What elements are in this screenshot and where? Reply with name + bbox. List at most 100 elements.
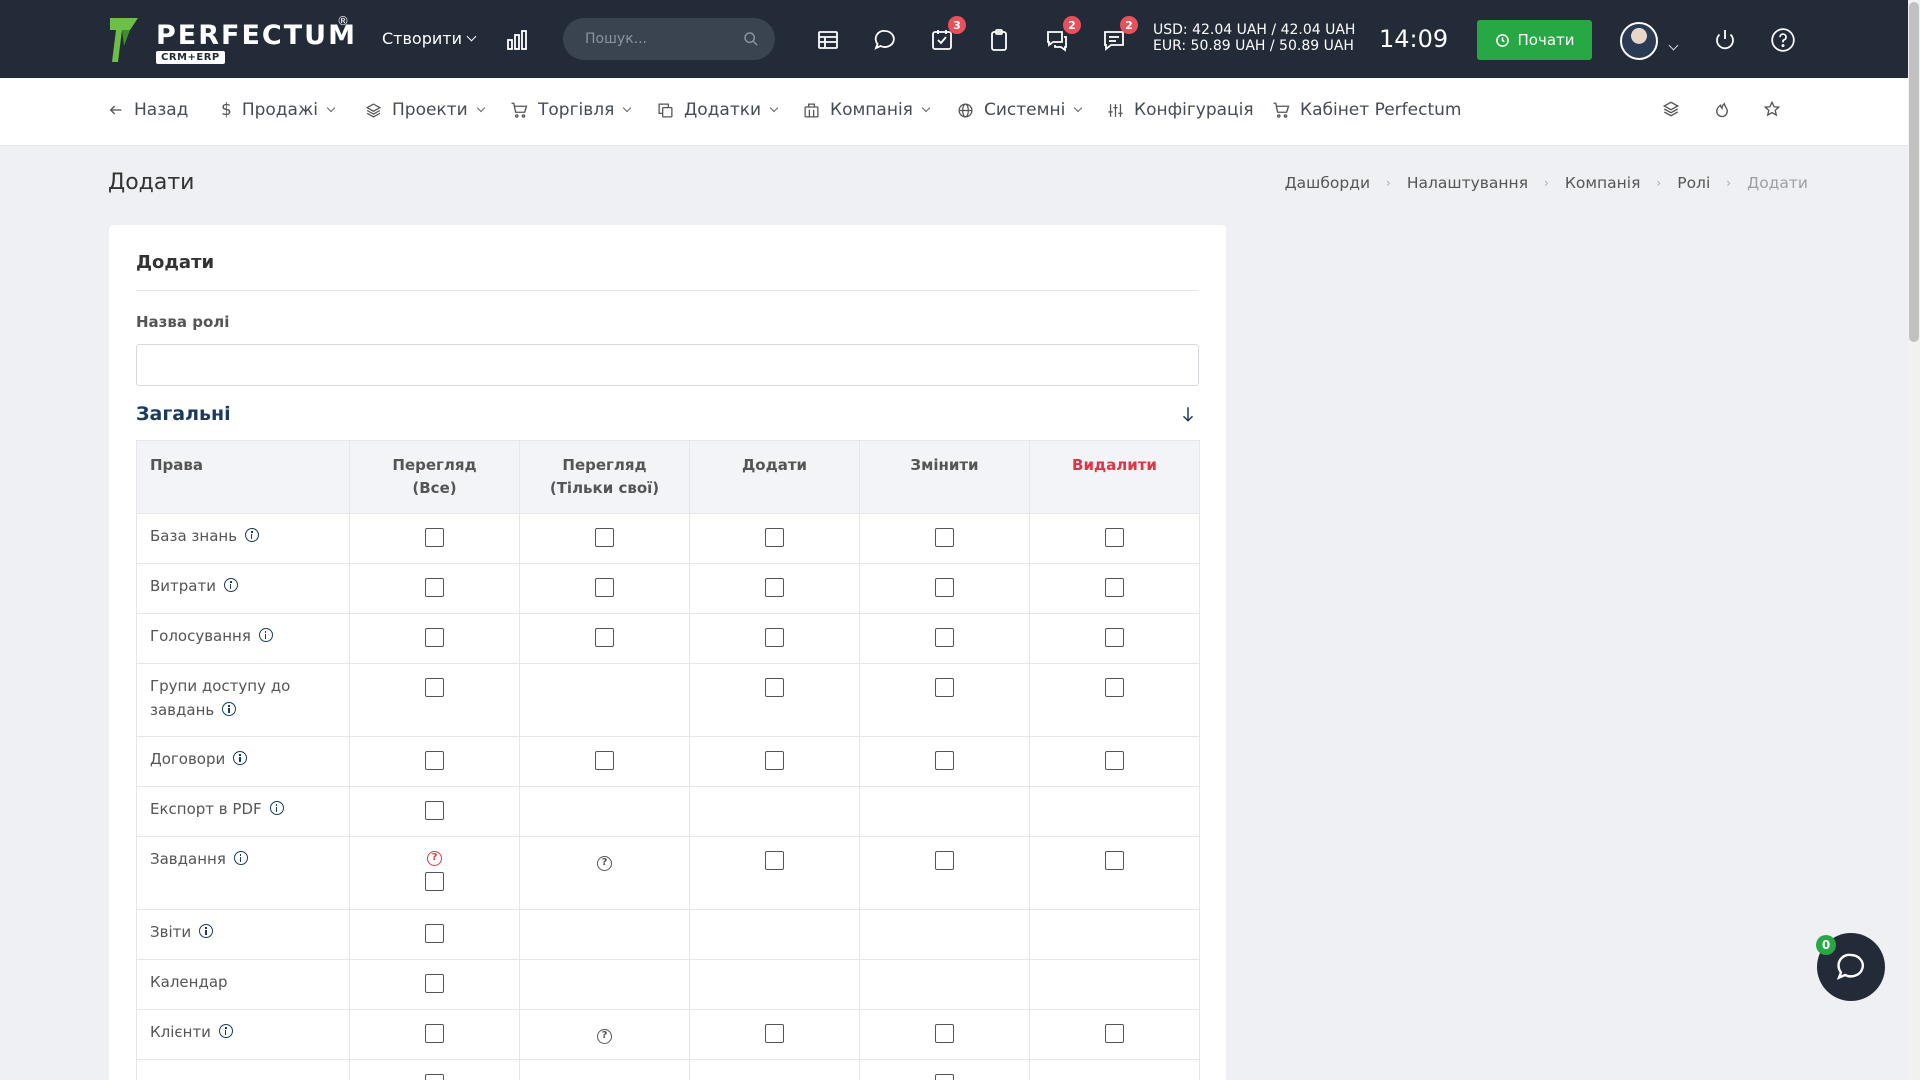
checkbox-add[interactable] [765, 851, 784, 870]
star-icon[interactable] [1763, 100, 1781, 122]
chevron-right-icon: › [1726, 176, 1732, 190]
checkbox-add[interactable] [765, 1024, 784, 1043]
checkbox-view-all[interactable] [425, 1024, 444, 1043]
checkbox-add[interactable] [765, 628, 784, 647]
layers-icon[interactable] [1662, 100, 1680, 122]
info-icon[interactable] [269, 801, 284, 815]
perfectum-logo[interactable]: PERFECTUM ® CRM+ERP [108, 14, 355, 68]
checkbox-view-all[interactable] [425, 751, 444, 770]
checkbox-view-all[interactable] [425, 872, 444, 891]
info-icon[interactable] [223, 578, 238, 592]
role-name-input[interactable] [136, 344, 1199, 386]
messages-icon[interactable]: 2 [1100, 16, 1138, 54]
create-dropdown-button[interactable]: Створити [382, 29, 477, 48]
help-icon[interactable] [1769, 26, 1797, 54]
checkbox-view-own[interactable] [595, 751, 614, 770]
nav-company[interactable]: Компанія [803, 100, 931, 120]
checkbox-delete[interactable] [1105, 678, 1124, 697]
comment-icon[interactable] [871, 26, 899, 54]
table-icon[interactable] [814, 26, 842, 54]
chevron-down-icon[interactable] [1668, 34, 1679, 53]
breadcrumb-item[interactable]: Компанія [1565, 174, 1641, 192]
checkbox-view-own[interactable] [595, 578, 614, 597]
checkbox-edit[interactable] [935, 751, 954, 770]
nav-projects-label: Проекти [392, 100, 468, 120]
checkbox-delete[interactable] [1105, 1024, 1124, 1043]
nav-back[interactable]: Назад [108, 100, 188, 120]
question-icon[interactable]: ? [427, 851, 442, 866]
breadcrumb-item[interactable]: Ролі [1677, 174, 1710, 192]
row-label: Договори [136, 736, 350, 787]
checkbox-view-own[interactable] [595, 628, 614, 647]
info-icon[interactable] [258, 628, 273, 642]
checkbox-edit[interactable] [935, 851, 954, 870]
search-icon[interactable] [743, 31, 759, 47]
avatar[interactable] [1620, 22, 1658, 60]
checkbox-edit[interactable] [935, 1024, 954, 1043]
checkbox-edit[interactable] [935, 578, 954, 597]
nav-system[interactable]: Системні [957, 100, 1083, 120]
checkbox-view-all[interactable] [425, 1074, 444, 1080]
checkbox-view-all[interactable] [425, 924, 444, 943]
question-icon[interactable]: ? [597, 856, 612, 871]
info-icon[interactable] [233, 851, 248, 865]
nav-trade[interactable]: Торгівля [510, 100, 632, 120]
scrollbar-thumb[interactable] [1909, 2, 1919, 342]
start-label: Почати [1517, 31, 1575, 49]
arrow-down-icon[interactable] [1179, 405, 1197, 423]
nav-addons[interactable]: Додатки [657, 100, 779, 120]
row-label: Клієнти [136, 1009, 350, 1060]
logo-subtitle: CRM+ERP [156, 51, 225, 64]
chat-bubbles-icon[interactable]: 2 [1043, 16, 1081, 54]
checkbox-view-all[interactable] [425, 528, 444, 547]
nav-sales[interactable]: $ Продажі [221, 100, 336, 120]
info-icon[interactable] [233, 751, 248, 765]
nav-projects[interactable]: Проекти [365, 100, 485, 120]
cell [519, 736, 690, 787]
tasks-icon[interactable]: 3 [928, 16, 966, 54]
checkbox-edit[interactable] [935, 528, 954, 547]
checkbox-edit[interactable] [935, 678, 954, 697]
info-icon[interactable] [245, 528, 260, 542]
checkbox-edit[interactable] [935, 1074, 954, 1080]
breadcrumb-item[interactable]: Дашборди [1285, 174, 1370, 192]
checkbox-add[interactable] [765, 678, 784, 697]
row-name: Голосування [150, 627, 251, 645]
question-icon[interactable]: ? [597, 1029, 612, 1044]
header-view-all-line1: Перегляд [392, 456, 477, 474]
checkbox-view-all[interactable] [425, 974, 444, 993]
breadcrumb: Дашборди › Налаштування › Компанія › Рол… [1285, 174, 1808, 192]
checkbox-add[interactable] [765, 528, 784, 547]
checkbox-view-own[interactable] [595, 528, 614, 547]
chevron-right-icon: › [1544, 176, 1549, 190]
info-icon[interactable] [199, 924, 214, 938]
power-icon[interactable] [1711, 26, 1739, 54]
info-icon[interactable] [218, 1024, 233, 1038]
checkbox-delete[interactable] [1105, 578, 1124, 597]
nav-perfectum-cabinet[interactable]: Кабінет Perfectum [1272, 100, 1461, 120]
checkbox-delete[interactable] [1105, 851, 1124, 870]
checkbox-view-all[interactable] [425, 801, 444, 820]
checkbox-delete[interactable] [1105, 528, 1124, 547]
start-timer-button[interactable]: Почати [1477, 20, 1592, 60]
checkbox-view-all[interactable] [425, 678, 444, 697]
checkbox-delete[interactable] [1105, 751, 1124, 770]
search-input[interactable] [585, 18, 745, 60]
checkbox-edit[interactable] [935, 628, 954, 647]
page-title: Додати [108, 170, 195, 195]
checkbox-add[interactable] [765, 578, 784, 597]
fire-icon[interactable] [1713, 100, 1731, 122]
checkbox-delete[interactable] [1105, 628, 1124, 647]
checkbox-view-all[interactable] [425, 628, 444, 647]
info-icon[interactable] [222, 702, 237, 716]
section-general-toggle[interactable]: Загальні [136, 403, 231, 425]
clipboard-icon[interactable] [985, 26, 1013, 54]
layers-icon [365, 102, 382, 118]
sliders-icon [1108, 103, 1123, 117]
cell [859, 1059, 1030, 1080]
checkbox-view-all[interactable] [425, 578, 444, 597]
breadcrumb-item[interactable]: Налаштування [1407, 174, 1528, 192]
nav-configuration[interactable]: Конфігурація [1107, 100, 1254, 120]
bar-chart-icon[interactable] [503, 26, 531, 54]
checkbox-add[interactable] [765, 751, 784, 770]
